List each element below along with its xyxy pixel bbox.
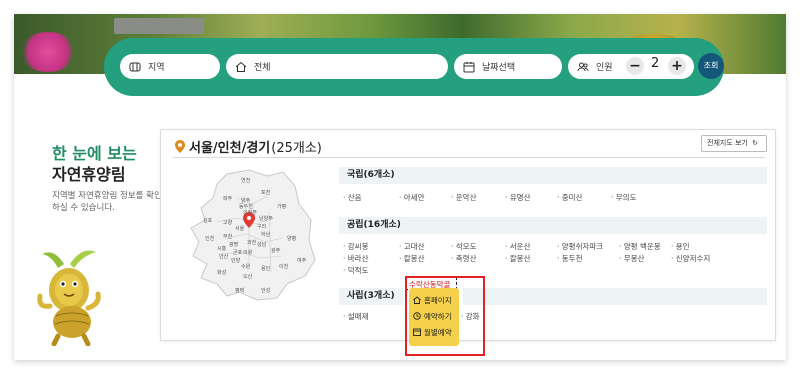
search-bar: 지역 전체 날짜선택 인원 − 2 + 조회: [104, 38, 724, 96]
private-section-header: 사립(3개소): [339, 288, 403, 305]
map-label: 동두천: [239, 203, 253, 210]
map-label: 광주: [271, 247, 281, 254]
forest-list-panel: 서울/인천/경기 (25개소) 전체지도 보기 ↻ 연천 포천 파주 양주 가평…: [160, 129, 776, 356]
calendar-icon: [462, 60, 476, 74]
intro-description: 지역별 자연휴양림 정보를 확인하실 수 있습니다.: [52, 191, 162, 213]
forest-link[interactable]: · 서운산: [505, 241, 530, 252]
forest-link[interactable]: · 동두천: [557, 253, 582, 264]
map-label: 수원: [241, 263, 251, 270]
forest-link[interactable]: · 아세안: [399, 192, 424, 203]
forest-link[interactable]: · 운악산: [451, 192, 476, 203]
map-label: 의왕: [243, 249, 253, 256]
date-picker[interactable]: 날짜선택: [454, 54, 562, 79]
full-map-button-label: 전체지도 보기: [707, 139, 748, 147]
map-label: 과천: [247, 239, 257, 246]
map-label: 이천: [279, 263, 289, 270]
forest-link[interactable]: · 무봉산: [619, 253, 644, 264]
map-label: 용인: [261, 265, 271, 272]
intro-title: 자연휴양림: [52, 165, 126, 184]
map-label: 구리: [257, 223, 266, 230]
forest-link[interactable]: · 바라산: [343, 253, 368, 264]
forest-link[interactable]: · 칼봉산: [505, 253, 530, 264]
map-label: 하남: [261, 231, 271, 238]
region-select[interactable]: 지역: [120, 54, 220, 79]
forest-link[interactable]: · 강씨봉: [343, 241, 368, 252]
map-label: 김포: [203, 217, 213, 224]
map-label: 고양: [223, 219, 233, 226]
full-map-button[interactable]: 전체지도 보기 ↻: [701, 135, 767, 152]
map-label: 파주: [223, 195, 233, 202]
map-label: 포천: [261, 189, 271, 196]
region-map[interactable]: 연천 포천 파주 양주 가평 동두천 의정부 남양주 김포 고양 서울 구리 하…: [187, 168, 317, 307]
map-label: 성남: [257, 241, 267, 248]
map-label: 서울: [235, 225, 245, 232]
forest-link[interactable]: · 석모도: [451, 241, 476, 252]
refresh-icon: ↻: [752, 139, 758, 147]
private-section-bar: [463, 288, 767, 305]
map-label: 시흥: [217, 245, 227, 252]
forest-link[interactable]: · 축령산: [451, 253, 476, 264]
map-label: 안산: [219, 253, 229, 260]
date-label: 날짜선택: [482, 63, 516, 73]
forest-link[interactable]: · 산음: [343, 192, 362, 203]
map-label: 남양주: [259, 215, 273, 222]
national-section-header: 국립(6개소): [339, 167, 767, 184]
map-label: 안양: [231, 257, 241, 264]
people-increase-button[interactable]: +: [668, 57, 686, 75]
page-frame: 지역 전체 날짜선택 인원 − 2 + 조회 한 눈에 보는 자연휴양림 지역별…: [14, 14, 786, 360]
map-label: 부천: [223, 233, 233, 240]
forest-link[interactable]: · 용인: [671, 241, 690, 252]
forest-select-label: 전체: [254, 63, 271, 73]
highlight-annotation-box: [405, 276, 485, 356]
forest-link[interactable]: · 유명산: [505, 192, 530, 203]
map-label: 여주: [297, 257, 307, 264]
map-label: 평택: [235, 287, 245, 294]
forest-link[interactable]: · 양평쉬자파크: [557, 241, 603, 252]
forest-link[interactable]: · 고대산: [399, 241, 424, 252]
forest-link[interactable]: · 덕적도: [343, 265, 368, 276]
panel-title: 서울/인천/경기 (25개소): [175, 137, 322, 156]
home-icon: [234, 60, 248, 74]
public-section-header: 공립(16개소): [339, 217, 767, 234]
map-label: 양평: [287, 235, 296, 242]
forest-link[interactable]: · 칼봉산: [399, 253, 424, 264]
map-icon: [128, 60, 142, 74]
forest-link[interactable]: · 신양저수지: [671, 253, 710, 264]
people-decrease-button[interactable]: −: [626, 57, 644, 75]
map-label: 군포: [233, 250, 243, 256]
map-label: 오산: [243, 273, 253, 280]
people-icon: [576, 60, 590, 74]
map-label: 의정부: [243, 209, 257, 216]
map-label: 인천: [205, 235, 215, 242]
search-submit-button[interactable]: 조회: [698, 53, 724, 79]
region-label: 지역: [148, 63, 165, 73]
map-label: 양주: [241, 197, 251, 204]
map-label: 연천: [241, 177, 251, 184]
mascot-character-image: [36, 246, 106, 350]
people-label: 인원: [596, 63, 613, 73]
forest-link[interactable]: · 무의도: [611, 192, 636, 203]
region-name: 서울/인천/경기: [189, 141, 271, 156]
map-label: 가평: [277, 203, 286, 210]
map-label: 화성: [217, 269, 226, 276]
location-pin-icon: [175, 140, 185, 153]
forest-select[interactable]: 전체: [226, 54, 448, 79]
map-label: 광명: [229, 241, 238, 248]
region-count: (25개소): [271, 141, 322, 156]
divider: [173, 157, 765, 158]
forest-link[interactable]: · 양평 백운봉: [619, 241, 661, 252]
map-label: 안성: [261, 287, 270, 294]
forest-link[interactable]: · 중미산: [557, 192, 582, 203]
people-count: 2: [651, 56, 660, 71]
forest-link[interactable]: · 설매재: [343, 311, 368, 322]
